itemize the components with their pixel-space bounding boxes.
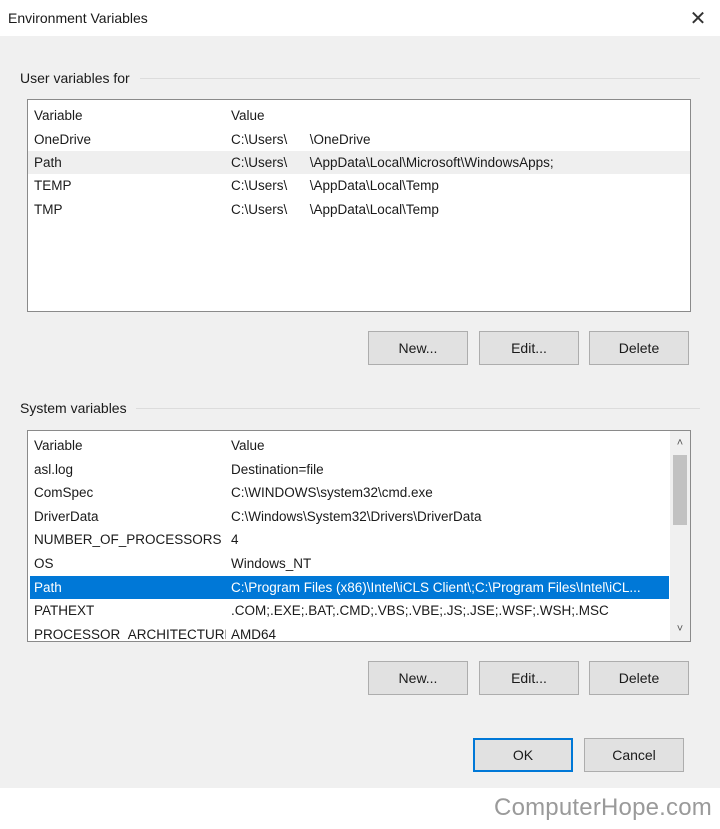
user-variables-label: User variables for [20,70,130,86]
variable-value: Windows_NT [231,556,312,571]
variable-name: NUMBER_OF_PROCESSORS [34,532,222,547]
user-list-header: Variable Value [28,104,690,127]
system-row-path-selected[interactable]: Path C:\Program Files (x86)\Intel\iCLS C… [30,576,669,599]
variable-name: Path [34,155,62,170]
user-row-tmp[interactable]: TMP C:\Users\ \AppData\Local\Temp [28,198,690,221]
variable-name: TMP [34,202,63,217]
user-row-onedrive[interactable]: OneDrive C:\Users\ \OneDrive [28,128,690,151]
system-row-os[interactable]: OS Windows_NT [28,552,670,575]
variable-name: OneDrive [34,132,92,147]
system-row-pathext[interactable]: PATHEXT .COM;.EXE;.BAT;.CMD;.VBS;.VBE;.J… [28,599,670,622]
user-row-temp[interactable]: TEMP C:\Users\ \AppData\Local\Temp [28,174,690,197]
variable-name: asl.log [34,462,74,477]
system-variables-list[interactable]: Variable Value asl.log Destination=file … [27,430,691,642]
system-row-driverdata[interactable]: DriverData C:\Windows\System32\Drivers\D… [28,505,670,528]
variable-value: C:\Users\ \OneDrive [231,132,371,147]
system-column-variable[interactable]: Variable [34,434,226,457]
variable-value: C:\Users\ \AppData\Local\Microsoft\Windo… [231,155,554,170]
variable-name: DriverData [34,509,99,524]
variable-value: AMD64 [231,627,277,642]
system-list-header: Variable Value [28,434,670,457]
system-row-comspec[interactable]: ComSpec C:\WINDOWS\system32\cmd.exe [28,481,670,504]
system-row-processor-architecture[interactable]: PROCESSOR_ARCHITECTURE AMD64 [28,623,670,642]
scroll-up-arrow-icon[interactable]: ˄ [670,433,690,453]
variable-value: C:\Users\ \AppData\Local\Temp [231,178,439,193]
system-variables-label: System variables [20,400,127,416]
variable-value: Destination=file [231,462,324,477]
variable-name: OS [34,556,54,571]
variable-value: 4 [231,532,239,547]
scroll-down-arrow-icon[interactable]: ˅ [670,619,690,639]
variable-value: C:\Windows\System32\Drivers\DriverData [231,509,482,524]
system-list-scrollbar[interactable]: ˄ ˅ [670,431,690,641]
system-column-value[interactable]: Value [231,434,265,457]
user-edit-button[interactable]: Edit... [479,331,579,365]
system-row-number-of-processors[interactable]: NUMBER_OF_PROCESSORS 4 [28,528,670,551]
computerhope-watermark: ComputerHope.com [494,794,712,821]
system-new-button[interactable]: New... [368,661,468,695]
window-title: Environment Variables [8,10,148,26]
system-delete-button[interactable]: Delete [589,661,689,695]
variable-name: PROCESSOR_ARCHITECTURE [34,627,226,642]
close-icon[interactable]: ✕ [684,4,712,32]
variable-name: ComSpec [34,485,94,500]
user-new-button[interactable]: New... [368,331,468,365]
user-group-divider [140,78,700,79]
variable-value: .COM;.EXE;.BAT;.CMD;.VBS;.VBE;.JS;.JSE;.… [231,603,609,618]
user-delete-button[interactable]: Delete [589,331,689,365]
user-variables-list[interactable]: Variable Value OneDrive C:\Users\ \OneDr… [27,99,691,312]
variable-value: C:\WINDOWS\system32\cmd.exe [231,485,433,500]
user-column-variable[interactable]: Variable [34,104,226,127]
variable-value: C:\Program Files (x86)\Intel\iCLS Client… [231,580,641,595]
title-bar: Environment Variables ✕ [0,0,720,36]
user-column-value[interactable]: Value [231,104,265,127]
system-edit-button[interactable]: Edit... [479,661,579,695]
variable-name: PATHEXT [34,603,95,618]
ok-button[interactable]: OK [473,738,573,772]
cancel-button[interactable]: Cancel [584,738,684,772]
system-group-divider [136,408,700,409]
system-row-asl-log[interactable]: asl.log Destination=file [28,458,670,481]
variable-value: C:\Users\ \AppData\Local\Temp [231,202,439,217]
scroll-thumb[interactable] [673,455,687,525]
environment-variables-dialog: Environment Variables ✕ User variables f… [0,0,720,788]
variable-name: Path [34,580,62,595]
variable-name: TEMP [34,178,72,193]
user-row-path[interactable]: Path C:\Users\ \AppData\Local\Microsoft\… [28,151,690,174]
